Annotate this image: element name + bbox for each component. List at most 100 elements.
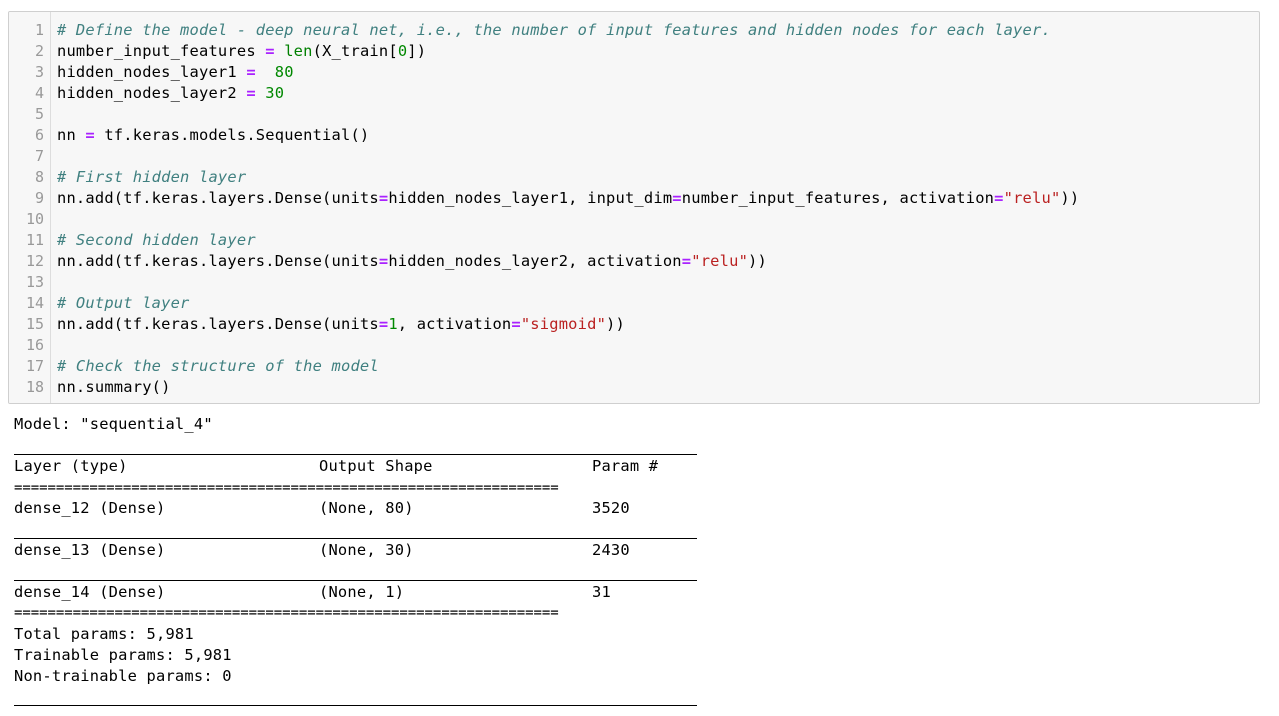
header-layer: Layer (type): [14, 457, 128, 475]
row-output-shape: (None, 80): [319, 499, 414, 517]
code-number: 1: [388, 315, 398, 333]
table-rule: [14, 454, 697, 455]
code-line: nn.add(tf.keras.layers.Dense(units=hidde…: [57, 188, 1079, 209]
line-number: 13: [25, 273, 44, 291]
header-output-shape: Output Shape: [319, 457, 433, 475]
code-line: nn.add(tf.keras.layers.Dense(units=1, ac…: [57, 314, 625, 335]
line-number: 9: [34, 189, 44, 207]
trainable-params-line: Trainable params: 5,981: [14, 646, 232, 664]
code-token: )): [748, 252, 767, 270]
row-param-count: 31: [592, 583, 611, 601]
line-number: 11: [25, 231, 44, 249]
code-token: (X_train[: [312, 42, 398, 60]
row-param-count: 3520: [592, 499, 630, 517]
code-line: nn.summary(): [57, 377, 171, 398]
code-comment: # Second hidden layer: [57, 231, 256, 249]
code-token: )): [606, 315, 625, 333]
line-number: 4: [34, 84, 44, 102]
summary-header-row: Layer (type) Output Shape Param #: [14, 456, 697, 477]
double-rule: ========================================…: [14, 483, 559, 493]
code-token: hidden_nodes_layer2, activation: [388, 252, 682, 270]
code-token: hidden_nodes_layer2: [57, 84, 247, 102]
line-number: 16: [25, 336, 44, 354]
row-layer: dense_14 (Dense): [14, 583, 166, 601]
code-line: number_input_features = len(X_train[0]): [57, 41, 426, 62]
code-token: nn.add(tf.keras.layers.Dense(units: [57, 315, 379, 333]
code-operator: =: [246, 63, 256, 81]
code-operator: =: [85, 126, 95, 144]
code-line: nn = tf.keras.models.Sequential(): [57, 125, 369, 146]
code-token: number_input_features: [57, 42, 266, 60]
code-line: hidden_nodes_layer2 = 30: [57, 83, 284, 104]
line-number: 1: [34, 21, 44, 39]
code-operator: =: [994, 189, 1004, 207]
code-operator: =: [511, 315, 521, 333]
table-row: dense_14 (Dense) (None, 1) 31: [14, 582, 697, 603]
code-comment: # Define the model - deep neural net, i.…: [57, 21, 1051, 39]
code-number: 80: [274, 63, 294, 81]
double-rule: ========================================…: [14, 608, 559, 618]
code-token: tf.keras.models.Sequential(): [94, 126, 370, 144]
code-string: "relu": [1003, 189, 1061, 207]
code-line: # Second hidden layer: [57, 230, 256, 251]
line-number: 15: [25, 315, 44, 333]
code-number: 0: [397, 42, 408, 60]
code-token: number_input_features, activation: [681, 189, 995, 207]
table-rule: [14, 580, 697, 581]
code-operator: =: [681, 252, 692, 270]
code-token: nn: [57, 126, 86, 144]
row-output-shape: (None, 30): [319, 541, 414, 559]
line-number: 3: [34, 63, 44, 81]
table-rule: [14, 705, 697, 706]
code-operator: =: [378, 315, 389, 333]
code-comment: # Check the structure of the model: [57, 357, 379, 375]
code-operator: =: [378, 252, 389, 270]
table-rule: [14, 538, 697, 539]
code-token: nn.summary(): [57, 378, 171, 396]
code-token: hidden_nodes_layer1, input_dim: [388, 189, 673, 207]
table-row: dense_13 (Dense) (None, 30) 2430: [14, 540, 697, 561]
line-number: 7: [34, 147, 44, 165]
line-number: 2: [34, 42, 44, 60]
line-number: 6: [34, 126, 44, 144]
line-number: 18: [25, 378, 44, 396]
row-layer: dense_12 (Dense): [14, 499, 166, 517]
code-line: # First hidden layer: [57, 167, 246, 188]
line-number: 10: [25, 210, 44, 228]
code-line: nn.add(tf.keras.layers.Dense(units=hidde…: [57, 251, 767, 272]
non-trainable-params-line: Non-trainable params: 0: [14, 667, 232, 685]
line-number: 17: [25, 357, 44, 375]
line-number-gutter: 1 2 3 4 5 6 7 8 9 10 11 12 13 14 15 16 1…: [9, 12, 51, 403]
code-line: # Output layer: [57, 293, 190, 314]
line-number: 8: [34, 168, 44, 186]
total-params-line: Total params: 5,981: [14, 625, 194, 643]
code-operator: =: [672, 189, 682, 207]
code-token: nn.add(tf.keras.layers.Dense(units: [57, 189, 379, 207]
code-token: ]): [407, 42, 427, 60]
code-cell[interactable]: 1 2 3 4 5 6 7 8 9 10 11 12 13 14 15 16 1…: [8, 11, 1260, 404]
header-param-count: Param #: [592, 457, 659, 475]
code-token: , activation: [397, 315, 512, 333]
code-string: "sigmoid": [520, 315, 607, 333]
table-row: dense_12 (Dense) (None, 80) 3520: [14, 498, 697, 519]
code-operator: =: [246, 84, 256, 102]
code-string: "relu": [691, 252, 749, 270]
code-number: 30: [265, 84, 285, 102]
row-layer: dense_13 (Dense): [14, 541, 166, 559]
code-operator: =: [265, 42, 275, 60]
row-output-shape: (None, 1): [319, 583, 405, 601]
model-name-line: Model: "sequential_4": [14, 415, 213, 433]
code-operator: =: [378, 189, 389, 207]
code-line: # Check the structure of the model: [57, 356, 379, 377]
code-token: )): [1060, 189, 1080, 207]
code-comment: # Output layer: [57, 294, 190, 312]
code-token: nn.add(tf.keras.layers.Dense(units: [57, 252, 379, 270]
line-number: 5: [34, 105, 44, 123]
code-builtin: len: [284, 42, 313, 60]
code-line: # Define the model - deep neural net, i.…: [57, 20, 1051, 41]
code-token: hidden_nodes_layer1: [57, 63, 247, 81]
code-comment: # First hidden layer: [57, 168, 247, 186]
